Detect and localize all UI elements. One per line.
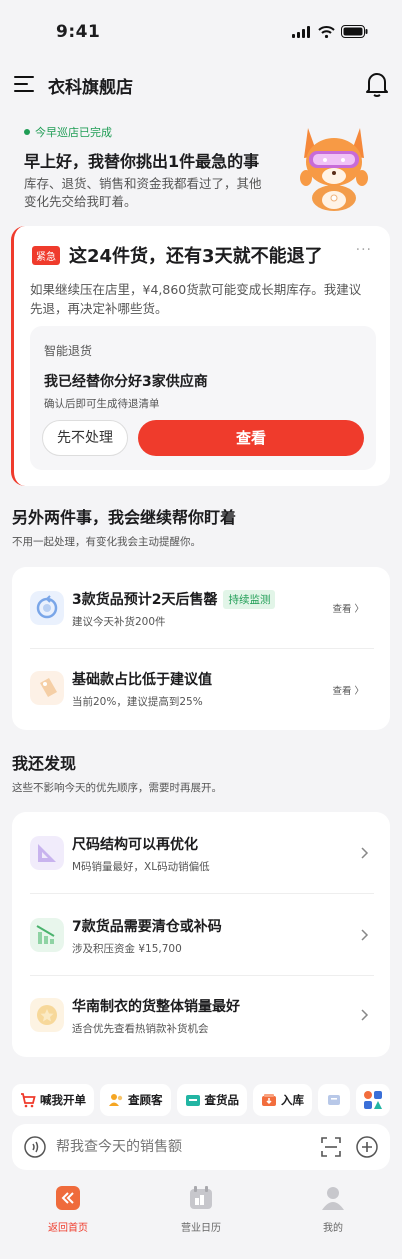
smart-return-note: 确认后即可生成待退清单 <box>44 398 160 410</box>
home-back-icon <box>56 1186 80 1210</box>
archive-icon <box>328 1095 340 1105</box>
more-apps-button[interactable] <box>356 1084 390 1116</box>
urgent-desc: 如果继续压在店里，¥4,860货款可能变成长期库存。我建议先退，再决定补哪些货。 <box>30 282 362 316</box>
watch-item-title: 基础款占比低于建议值 <box>72 672 212 688</box>
wifi-icon <box>318 25 335 38</box>
discover-section-title: 我还发现 <box>12 754 77 773</box>
signal-icon <box>292 25 310 38</box>
battery-icon <box>341 25 368 38</box>
find-customer-button[interactable]: 查顾客 <box>100 1084 171 1116</box>
quick-actions-bar: 喊我开单 查顾客 查货品 入库 <box>12 1082 392 1118</box>
view-button[interactable]: 查看 <box>138 420 364 456</box>
status-dot-icon <box>24 129 30 135</box>
view-link[interactable]: 查看 〉 <box>332 683 364 697</box>
greeting-title: 早上好，我替你挑出1件最急的事 <box>24 152 260 171</box>
apps-grid-icon <box>364 1091 382 1109</box>
watch-item-title: 3款货品预计2天后售罄 持续监测 <box>72 589 276 609</box>
greeting-desc: 库存、退货、销售和资金我都看过了，其他变化先交给我盯着。 <box>24 176 262 209</box>
list-item[interactable]: 3款货品预计2天后售罄 持续监测 建议今天补货200件 查看 〉 <box>12 567 390 649</box>
urgent-title: 这24件货，还有3天就不能退了 <box>69 246 323 267</box>
discover-item-sub: M码销量最好，XL码动销偏低 <box>72 861 210 873</box>
tab-profile[interactable]: 我的 <box>293 1186 373 1234</box>
chevron-right-icon <box>361 929 369 941</box>
find-goods-button[interactable]: 查货品 <box>176 1084 247 1116</box>
stock-in-button[interactable]: 入库 <box>253 1084 312 1116</box>
discover-item-sub: 涉及积压资金 ¥15,700 <box>72 943 182 955</box>
bottom-tab-bar: 返回首页 营业日历 我的 <box>0 1178 402 1259</box>
smart-return-title: 我已经替你分好3家供应商 <box>44 374 208 390</box>
archive-button[interactable] <box>318 1084 350 1116</box>
star-medal-icon <box>30 998 64 1032</box>
watch-list-card: 3款货品预计2天后售罄 持续监测 建议今天补货200件 查看 〉 基础款占比低于建… <box>12 567 390 730</box>
list-item[interactable]: 7款货品需要清仓或补码 涉及积压资金 ¥15,700 <box>12 894 390 976</box>
cart-icon <box>21 1093 36 1108</box>
list-item[interactable]: 基础款占比低于建议值 当前20%，建议提高到25% 查看 〉 <box>12 649 390 731</box>
ruler-triangle-icon <box>30 836 64 870</box>
status-bar: 9:41 <box>0 0 402 62</box>
tab-calendar[interactable]: 营业日历 <box>161 1186 241 1234</box>
smart-return-panel: 智能退货 我已经替你分好3家供应商 确认后即可生成待退清单 先不处理 查看 <box>30 326 376 470</box>
user-icon <box>322 1187 344 1210</box>
view-link[interactable]: 查看 〉 <box>332 601 364 615</box>
skip-button[interactable]: 先不处理 <box>42 420 128 456</box>
smart-return-label: 智能退货 <box>44 344 93 358</box>
discover-section-sub: 这些不影响今天的优先顺序，需要时再展开。 <box>12 782 222 794</box>
customers-icon <box>109 1094 123 1106</box>
discover-item-title: 华南制衣的货整体销量最好 <box>72 999 240 1015</box>
goods-box-icon <box>185 1095 200 1106</box>
shop-title: 衣科旗舰店 <box>48 78 133 98</box>
discover-item-title: 尺码结构可以再优化 <box>72 837 198 853</box>
urgent-badge: 紧急 <box>32 246 60 265</box>
status-icons <box>292 25 368 38</box>
discover-item-title: 7款货品需要清仓或补码 <box>72 919 222 935</box>
menu-icon[interactable] <box>14 74 36 94</box>
discover-item-sub: 适合优先查看热销款补货机会 <box>72 1023 209 1035</box>
inbound-box-icon <box>262 1094 276 1106</box>
list-item[interactable]: 尺码结构可以再优化 M码销量最好，XL码动销偏低 <box>12 812 390 894</box>
scan-icon[interactable] <box>320 1136 342 1158</box>
watch-section-sub: 不用一起处理，有变化我会主动提醒你。 <box>12 536 201 548</box>
more-options-icon[interactable]: ··· <box>356 242 372 258</box>
chevron-right-icon <box>361 1009 369 1021</box>
calendar-icon <box>190 1186 212 1209</box>
urgent-task-card: 紧急 这24件货，还有3天就不能退了 ··· 如果继续压在店里，¥4,860货款… <box>11 226 390 486</box>
restock-sync-icon <box>30 591 64 625</box>
list-item[interactable]: 华南制衣的货整体销量最好 适合优先查看热销款补货机会 <box>12 976 390 1058</box>
declining-chart-icon <box>30 918 64 952</box>
voice-icon[interactable] <box>24 1136 46 1158</box>
app-header: 衣科旗舰店 <box>0 62 402 108</box>
basic-style-tag-icon <box>30 671 64 705</box>
greeting-section: 今早巡店已完成 早上好，我替你挑出1件最急的事 库存、退货、销售和资金我都看过了… <box>0 118 402 218</box>
create-order-button[interactable]: 喊我开单 <box>12 1084 94 1116</box>
watch-item-sub: 当前20%，建议提高到25% <box>72 696 203 708</box>
bell-icon[interactable] <box>364 70 390 98</box>
monitoring-tag: 持续监测 <box>223 589 276 609</box>
discover-list-card: 尺码结构可以再优化 M码销量最好，XL码动销偏低 7款货品需要清仓或补码 涉及积… <box>12 812 390 1057</box>
tab-home[interactable]: 返回首页 <box>28 1186 108 1234</box>
status-time: 9:41 <box>56 22 101 42</box>
assistant-input-bar <box>12 1124 390 1170</box>
add-icon[interactable] <box>356 1136 378 1158</box>
watch-item-sub: 建议今天补货200件 <box>72 616 166 628</box>
fox-mascot-icon <box>300 128 368 211</box>
watch-section-title: 另外两件事，我会继续帮你盯着 <box>12 508 237 527</box>
patrol-done-status: 今早巡店已完成 <box>24 124 112 140</box>
assistant-search-input[interactable] <box>56 1135 276 1159</box>
chevron-right-icon <box>361 847 369 859</box>
